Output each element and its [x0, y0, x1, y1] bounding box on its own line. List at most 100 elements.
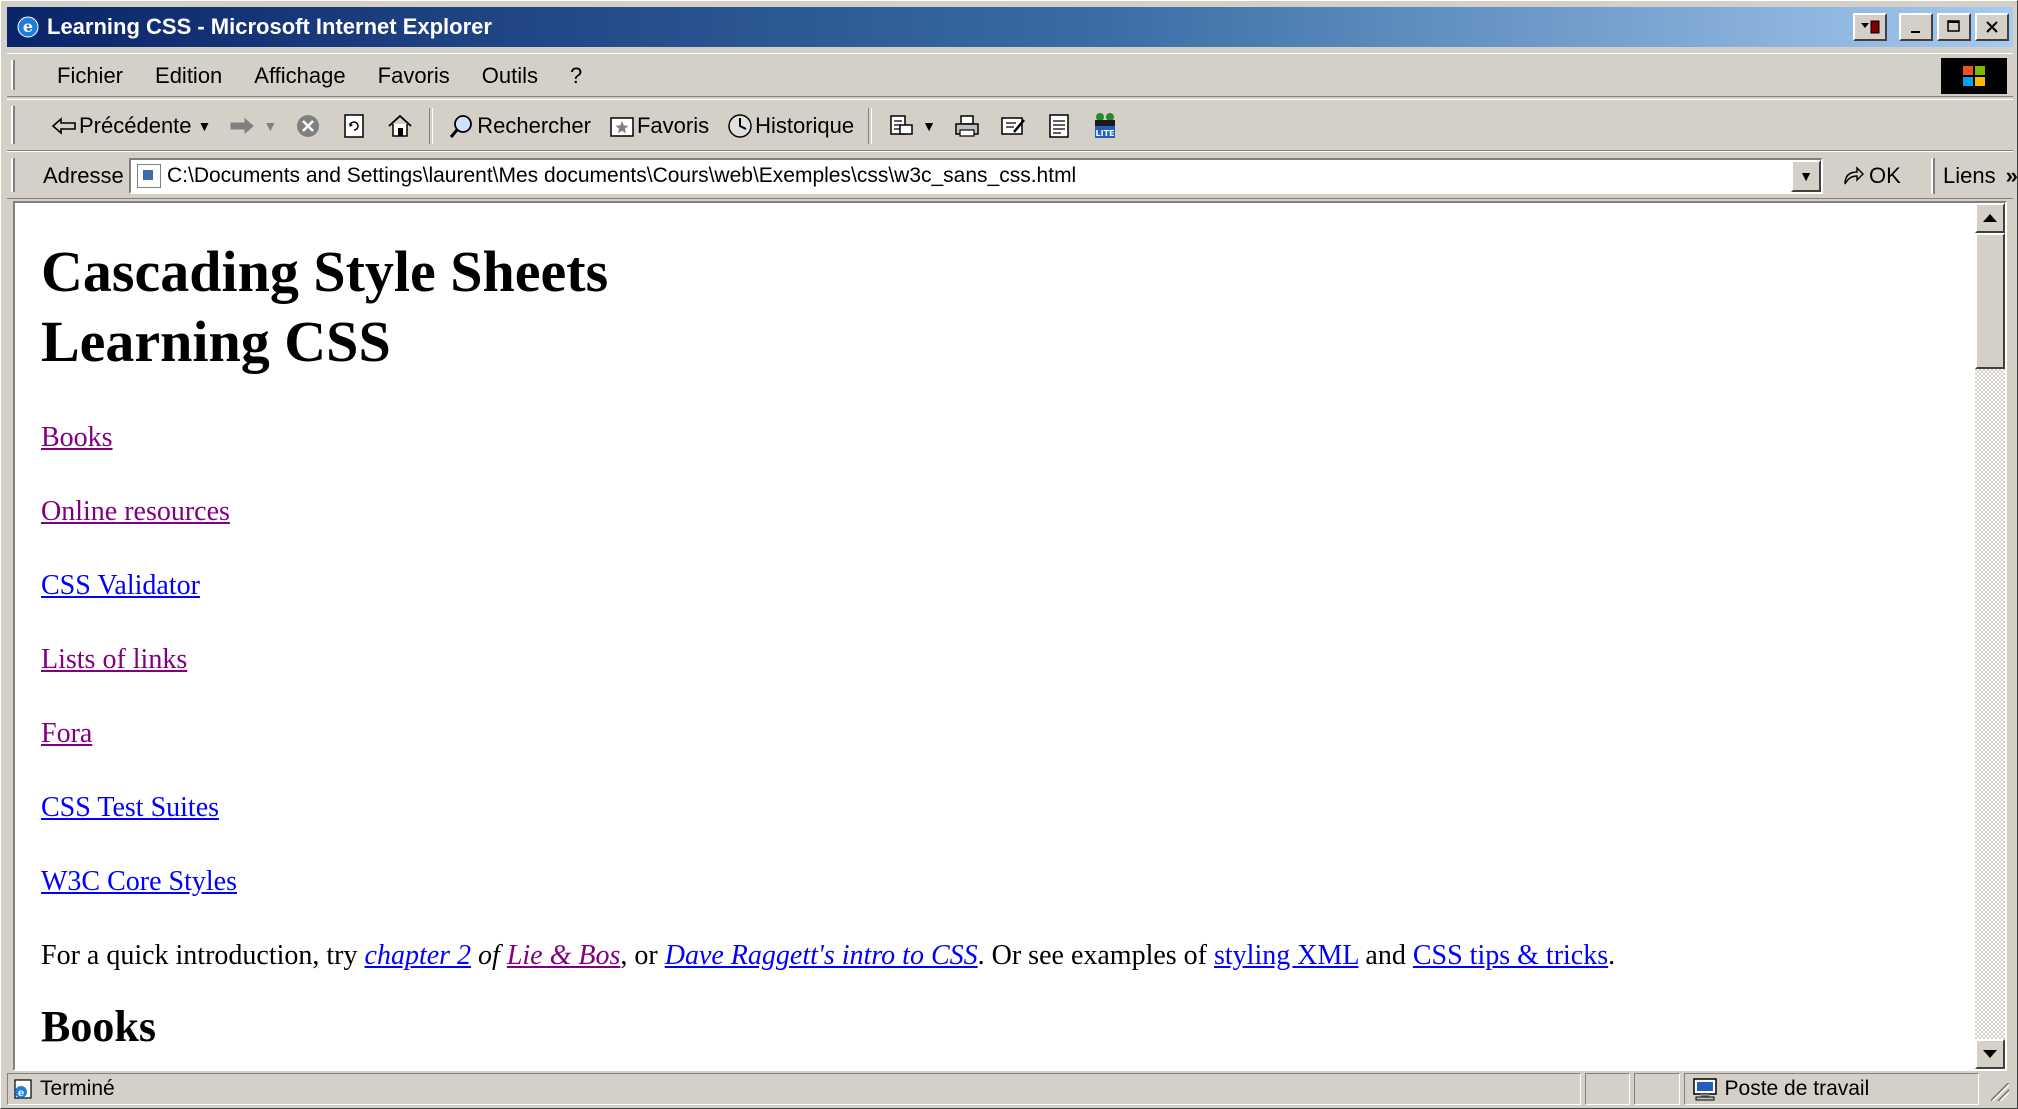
resize-grip[interactable]	[1983, 1073, 2013, 1105]
mail-icon	[886, 111, 916, 141]
search-label: Rechercher	[477, 113, 591, 138]
page-viewport: Cascading Style Sheets Learning CSS Book…	[13, 201, 2007, 1071]
mail-button[interactable]: ▼	[878, 104, 944, 148]
toolbar-separator	[429, 108, 434, 144]
title-bar[interactable]: e Learning CSS - Microsoft Internet Expl…	[7, 7, 2013, 47]
print-button[interactable]	[944, 104, 990, 148]
link-fora[interactable]: Fora	[41, 717, 1971, 751]
browser-window: e Learning CSS - Microsoft Internet Expl…	[0, 0, 2018, 1109]
lite-gift-icon: LITE	[1090, 111, 1120, 141]
stop-icon	[293, 111, 323, 141]
home-icon	[385, 111, 415, 141]
go-arrow-icon	[1841, 164, 1865, 188]
menu-favoris[interactable]: Favoris	[362, 63, 466, 89]
history-button[interactable]: Historique	[717, 104, 862, 148]
link-css-validator[interactable]: CSS Validator	[41, 569, 1971, 603]
intro-text: of	[471, 940, 507, 971]
link-css-test-suites[interactable]: CSS Test Suites	[41, 791, 1971, 825]
forward-arrow-icon	[227, 111, 257, 141]
zone-text: Poste de travail	[1724, 1077, 1870, 1100]
addressbar-grip[interactable]	[11, 158, 15, 192]
status-bar: e Terminé Poste de travail	[7, 1073, 2013, 1107]
address-field[interactable]: C:\Documents and Settings\laurent\Mes do…	[129, 158, 1823, 194]
edit-icon	[998, 111, 1028, 141]
standard-toolbar: Précédente ▼ ▼ Rechercher Favoris Histor…	[7, 99, 2013, 151]
lite-button[interactable]: LITE	[1082, 104, 1128, 148]
computer-icon	[1691, 1077, 1719, 1101]
menu-edition[interactable]: Edition	[139, 63, 238, 89]
menu-bar: Fichier Edition Affichage Favoris Outils…	[7, 53, 2013, 97]
refresh-button[interactable]	[331, 104, 377, 148]
toolbar-grip[interactable]	[11, 106, 15, 144]
menu-affichage[interactable]: Affichage	[238, 63, 361, 89]
maximize-button[interactable]	[1937, 13, 1971, 41]
page-done-icon: e	[12, 1078, 34, 1100]
close-button[interactable]	[1975, 13, 2009, 41]
status-text: Terminé	[40, 1077, 115, 1100]
scroll-down-button[interactable]	[1975, 1039, 2005, 1069]
favorites-icon	[607, 111, 637, 141]
forward-dropdown-icon[interactable]: ▼	[263, 118, 277, 134]
stop-button[interactable]	[285, 104, 331, 148]
windows-logo-icon	[1941, 58, 2007, 94]
print-icon	[952, 111, 982, 141]
back-button[interactable]: Précédente ▼	[41, 104, 219, 148]
vertical-scrollbar[interactable]	[1975, 203, 2005, 1069]
chevron-right-icon[interactable]: »	[2006, 163, 2018, 189]
address-dropdown-icon[interactable]: ▼	[1791, 160, 1821, 192]
go-label: OK	[1869, 163, 1901, 188]
links-button[interactable]: Liens »	[1943, 152, 2018, 200]
links-grip[interactable]	[1931, 158, 1935, 194]
intro-text: and	[1358, 940, 1413, 971]
ie-icon: e	[15, 14, 41, 40]
scroll-up-button[interactable]	[1975, 203, 2005, 233]
status-panel-progress	[1584, 1073, 1631, 1105]
history-icon	[725, 111, 755, 141]
toolbar-buttons: Précédente ▼ ▼ Rechercher Favoris Histor…	[41, 100, 1128, 152]
menu-help[interactable]: ?	[554, 63, 598, 89]
link-dave-raggett[interactable]: Dave Raggett's intro to CSS	[665, 940, 978, 971]
heading-line-1: Cascading Style Sheets	[41, 239, 609, 304]
menu-items: Fichier Edition Affichage Favoris Outils…	[37, 54, 598, 98]
scroll-thumb[interactable]	[1975, 233, 2005, 369]
discuss-button[interactable]	[1036, 104, 1082, 148]
favorites-label: Favoris	[636, 113, 710, 138]
status-panel-security	[1634, 1073, 1680, 1105]
menu-outils[interactable]: Outils	[466, 63, 554, 89]
back-label: Précédente	[79, 113, 192, 138]
back-dropdown-icon[interactable]: ▼	[198, 118, 212, 134]
menu-fichier[interactable]: Fichier	[37, 63, 139, 89]
favorites-button[interactable]: Favoris	[599, 104, 717, 148]
link-lie-bos[interactable]: Lie & Bos	[507, 940, 621, 971]
intro-paragraph: For a quick introduction, try chapter 2 …	[41, 939, 1971, 973]
status-main-panel: e Terminé	[7, 1073, 1581, 1105]
search-button[interactable]: Rechercher	[439, 104, 599, 148]
go-button[interactable]: OK	[1841, 152, 1901, 200]
svg-text:e: e	[18, 1088, 24, 1099]
intro-text: , or	[620, 940, 665, 971]
link-w3c-core-styles[interactable]: W3C Core Styles	[41, 865, 1971, 899]
link-online-resources[interactable]: Online resources	[41, 495, 1971, 529]
link-chapter-2[interactable]: chapter 2	[365, 940, 472, 971]
menubar-grip[interactable]	[11, 60, 15, 90]
address-value[interactable]: C:\Documents and Settings\laurent\Mes do…	[167, 164, 1076, 188]
search-icon	[447, 111, 477, 141]
arrow-down-icon	[1983, 1050, 1997, 1058]
svg-text:LITE: LITE	[1096, 129, 1115, 138]
link-styling-xml[interactable]: styling XML	[1214, 940, 1358, 971]
mail-dropdown-icon[interactable]: ▼	[922, 118, 936, 134]
link-books[interactable]: Books	[41, 421, 1971, 455]
home-button[interactable]	[377, 104, 423, 148]
ie-menu-button[interactable]	[1853, 13, 1887, 41]
address-label: Adresse	[43, 163, 124, 188]
forward-button[interactable]: ▼	[219, 104, 285, 148]
back-arrow-icon	[49, 111, 79, 141]
link-lists-of-links[interactable]: Lists of links	[41, 643, 1971, 677]
refresh-icon	[339, 111, 369, 141]
status-zone-panel: Poste de travail	[1683, 1073, 1980, 1105]
edit-button[interactable]	[990, 104, 1036, 148]
link-css-tips[interactable]: CSS tips & tricks	[1413, 940, 1608, 971]
page-heading: Cascading Style Sheets Learning CSS	[41, 237, 1971, 377]
minimize-button[interactable]	[1899, 13, 1933, 41]
page-icon	[137, 164, 161, 188]
